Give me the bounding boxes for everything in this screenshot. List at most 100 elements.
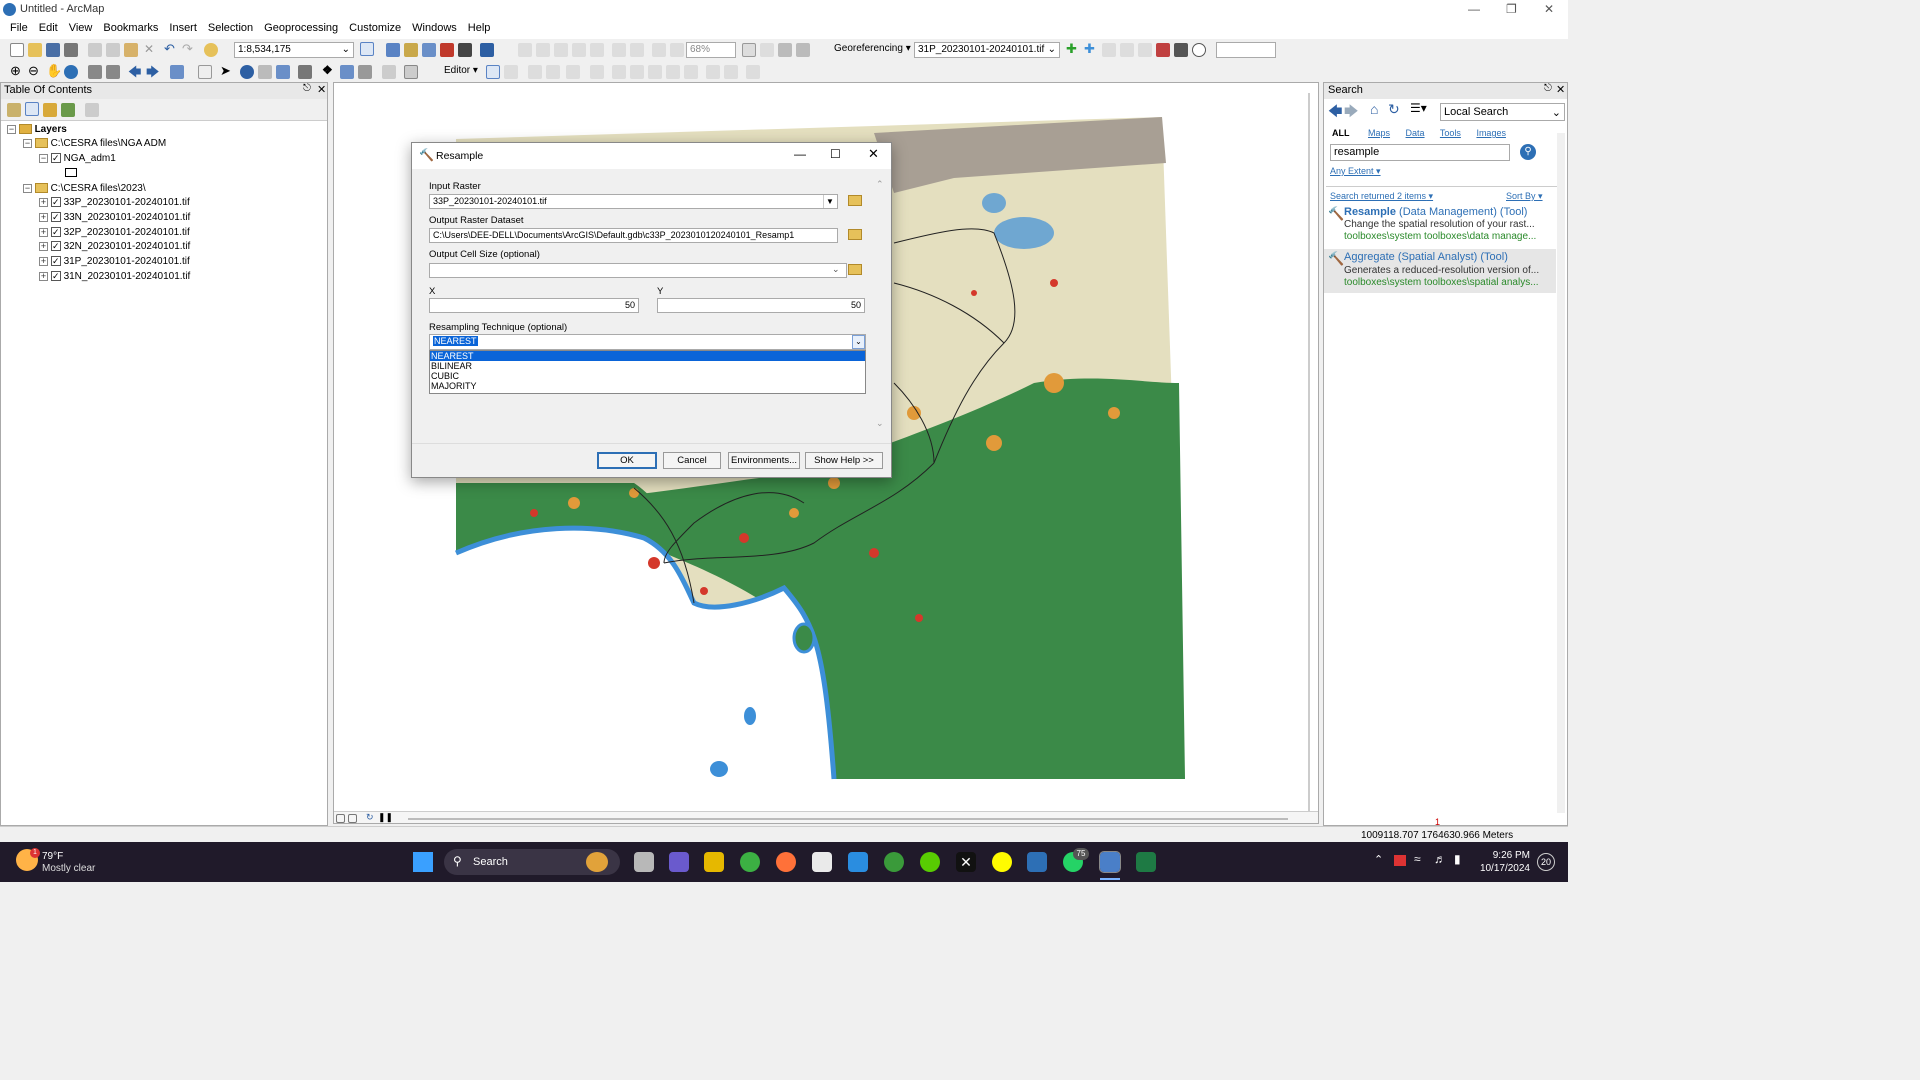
menu-selection[interactable]: Selection (208, 20, 260, 39)
expand-icon[interactable]: + (39, 213, 48, 222)
layout-view-icon[interactable] (742, 43, 756, 57)
layout-tool-icon[interactable] (536, 43, 550, 57)
collapse-icon[interactable]: − (23, 184, 32, 193)
scroll-down-icon[interactable]: ⌄ (876, 418, 884, 429)
pan-icon[interactable]: ✋ (46, 63, 62, 79)
redo-icon[interactable]: ↷ (182, 41, 193, 57)
volume-icon[interactable]: ♬ (1434, 852, 1446, 866)
georef-layer-combo[interactable]: 31P_20230101-20240101.tif ⌄ (914, 42, 1060, 58)
view-link-table-icon[interactable] (1156, 43, 1170, 57)
microsoft-store-icon[interactable] (812, 852, 832, 872)
search-scope-combo[interactable]: Local Search ⌄ (1440, 103, 1565, 121)
file-explorer-icon[interactable] (704, 852, 724, 872)
toc-window-icon[interactable] (386, 43, 400, 57)
pin-icon[interactable]: ⎋ (1544, 83, 1552, 94)
arcmap-taskbar-icon[interactable] (1099, 851, 1121, 873)
edit-tool-icon[interactable] (630, 65, 644, 79)
menu-view[interactable]: View (69, 20, 100, 39)
edit-tool-icon[interactable] (486, 65, 500, 79)
restore-icon[interactable]: ❐ (1506, 2, 1517, 16)
search-go-icon[interactable]: ⚲ (1520, 144, 1536, 160)
delete-icon[interactable]: ✕ (144, 42, 154, 56)
map-horizontal-scrollbar[interactable] (408, 818, 1288, 820)
layout-tool-icon[interactable] (518, 43, 532, 57)
layout-view-icon[interactable] (348, 814, 357, 823)
collapse-icon[interactable]: − (23, 139, 32, 148)
search-tab-all[interactable]: ALL (1332, 128, 1350, 138)
find-icon[interactable]: ❖ (322, 63, 333, 77)
layout-tool-icon[interactable] (612, 43, 626, 57)
layout-tool-icon[interactable] (590, 43, 604, 57)
search-options-icon[interactable]: ☰▾ (1410, 101, 1427, 115)
forward-arrow-icon[interactable]: 🡆 (1344, 101, 1358, 125)
search-tab-data[interactable]: Data (1406, 128, 1425, 138)
search-result-item[interactable]: 🔨 Aggregate (Spatial Analyst) (Tool) Gen… (1324, 249, 1556, 293)
battery-icon[interactable]: ▮ (1454, 852, 1461, 866)
search-window-icon[interactable] (422, 43, 436, 57)
search-tab-images[interactable]: Images (1476, 128, 1506, 138)
search-scrollbar[interactable] (1557, 133, 1565, 813)
edit-tool-icon[interactable] (746, 65, 760, 79)
list-by-selection-icon[interactable] (61, 103, 75, 117)
dropdown-option[interactable]: MAJORITY (430, 381, 865, 391)
dropdown-option[interactable]: BILINEAR (430, 361, 865, 371)
modelbuilder-icon[interactable] (480, 43, 494, 57)
layer-visibility-checkbox[interactable]: ✓ (50, 256, 61, 266)
polygon-symbol-icon[interactable] (65, 168, 77, 177)
print-icon[interactable] (64, 43, 78, 57)
menu-file[interactable]: File (10, 20, 35, 39)
cell-size-y-field[interactable]: 50 (657, 298, 865, 313)
full-extent-icon[interactable] (64, 65, 78, 79)
search-tab-tools[interactable]: Tools (1440, 128, 1461, 138)
edit-tool-icon[interactable] (528, 65, 542, 79)
time-slider-icon[interactable] (382, 65, 396, 79)
layout-tool-icon[interactable] (778, 43, 792, 57)
chevron-up-icon[interactable]: ⌃ (1374, 853, 1383, 866)
folder-open-icon[interactable] (848, 263, 864, 278)
edit-tool-icon[interactable] (612, 65, 626, 79)
hyperlink-icon[interactable] (258, 65, 272, 79)
menu-windows[interactable]: Windows (412, 20, 464, 39)
go-to-xy-icon[interactable] (358, 65, 372, 79)
data-view-icon[interactable] (336, 814, 345, 823)
expand-icon[interactable]: + (39, 242, 48, 251)
edit-tool-icon[interactable] (706, 65, 720, 79)
toc-root[interactable]: − Layers (7, 124, 67, 135)
extent-filter[interactable]: Any Extent ▾ (1330, 166, 1381, 177)
minimize-icon[interactable]: — (794, 147, 806, 161)
show-help-button[interactable]: Show Help >> (805, 452, 883, 469)
menu-bookmarks[interactable]: Bookmarks (103, 20, 165, 39)
layer-visibility-checkbox[interactable]: ✓ (50, 153, 61, 163)
clear-selection-icon[interactable] (198, 65, 212, 79)
layout-tool-icon[interactable] (630, 43, 644, 57)
fixed-zoom-in-icon[interactable] (88, 65, 102, 79)
taskbar-search-box[interactable]: ⚲ Search (444, 849, 620, 875)
sort-by-menu[interactable]: Sort By ▾ (1506, 191, 1543, 202)
fixed-zoom-out-icon[interactable] (106, 65, 120, 79)
chevron-down-icon[interactable]: ⌄ (832, 264, 840, 275)
list-by-drawing-order-icon[interactable] (7, 103, 21, 117)
resampling-technique-combo[interactable]: NEAREST (429, 334, 866, 350)
tray-app-icon[interactable] (1394, 855, 1406, 866)
upwork-icon[interactable] (884, 852, 904, 872)
clock-date[interactable]: 10/17/2024 (1478, 863, 1530, 874)
clock-time[interactable]: 9:26 PM (1490, 850, 1530, 861)
chevron-down-icon[interactable]: ⌄ (852, 335, 865, 349)
task-view-icon[interactable] (634, 852, 654, 872)
layer-visibility-checkbox[interactable]: ✓ (50, 227, 61, 237)
zoom-out-icon[interactable]: ⊖ (28, 63, 39, 79)
result-title[interactable]: Resample (Data Management) (Tool) (1344, 206, 1527, 218)
map-scale-combo[interactable]: 1:8,534,175 ⌄ (234, 42, 354, 58)
result-title[interactable]: Aggregate (Spatial Analyst) (Tool) (1344, 251, 1508, 263)
refresh-icon[interactable]: ↻ (366, 812, 374, 823)
edit-tool-icon[interactable] (648, 65, 662, 79)
georef-tool-icon[interactable] (1192, 43, 1206, 57)
firefox-icon[interactable] (776, 852, 796, 872)
start-windows-icon[interactable] (413, 852, 433, 872)
edit-tool-icon[interactable] (590, 65, 604, 79)
dropdown-option[interactable]: CUBIC (430, 371, 865, 381)
georef-tool-icon[interactable] (1120, 43, 1134, 57)
search-close-icon[interactable]: ✕ (1556, 83, 1565, 96)
html-popup-icon[interactable] (276, 65, 290, 79)
layer-visibility-checkbox[interactable]: ✓ (50, 197, 61, 207)
